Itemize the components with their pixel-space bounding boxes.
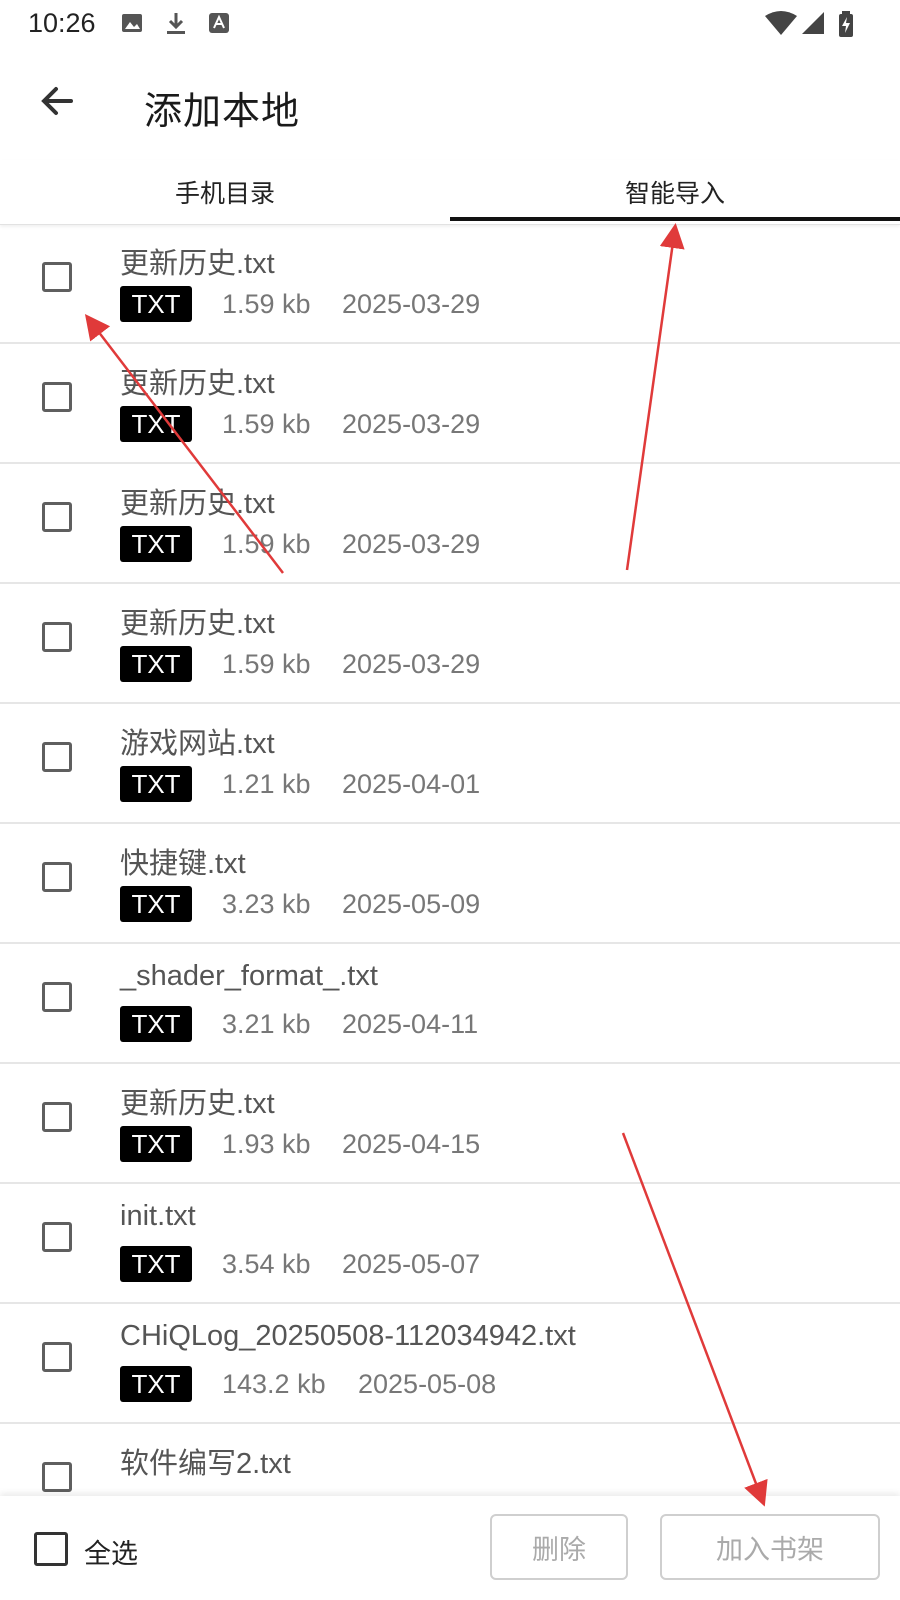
- file-name: _shader_format_.txt: [120, 960, 378, 992]
- image-icon: [120, 10, 144, 36]
- file-date: 2025-05-09: [342, 889, 481, 919]
- file-name: 快捷键.txt: [120, 848, 246, 880]
- file-checkbox[interactable]: [42, 262, 72, 292]
- file-size: 3.21 kb: [222, 1009, 311, 1039]
- file-checkbox[interactable]: [42, 502, 72, 532]
- file-row[interactable]: 软件编写2.txt: [0, 1424, 900, 1496]
- file-date: 2025-03-29: [342, 529, 481, 559]
- file-date: 2025-03-29: [342, 409, 481, 439]
- arrow-left-icon: [37, 81, 77, 125]
- status-time: 10:26: [28, 8, 96, 38]
- file-date: 2025-04-15: [342, 1129, 481, 1159]
- file-type-badge: TXT: [120, 1006, 192, 1042]
- select-all-checkbox[interactable]: [34, 1532, 68, 1566]
- file-type-badge: TXT: [120, 1366, 192, 1402]
- text-icon: [207, 10, 231, 36]
- file-name: 更新历史.txt: [120, 1088, 275, 1120]
- tab-indicator: [450, 217, 900, 221]
- file-type-badge: TXT: [120, 406, 192, 442]
- file-date: 2025-04-11: [342, 1009, 479, 1039]
- file-size: 1.93 kb: [222, 1129, 311, 1159]
- file-row[interactable]: init.txt TXT 3.54 kb 2025-05-07: [0, 1184, 900, 1304]
- file-checkbox[interactable]: [42, 1462, 72, 1492]
- page-title: 添加本地: [144, 89, 301, 133]
- file-row[interactable]: _shader_format_.txt TXT 3.21 kb 2025-04-…: [0, 944, 900, 1064]
- file-name: 软件编写2.txt: [120, 1448, 291, 1480]
- download-icon: [164, 10, 188, 36]
- battery-icon: [836, 10, 856, 37]
- file-type-badge: TXT: [120, 886, 192, 922]
- file-date: 2025-05-07: [342, 1249, 481, 1279]
- tab-smart-import[interactable]: 智能导入: [450, 160, 900, 224]
- file-row[interactable]: CHiQLog_20250508-112034942.txt TXT 143.2…: [0, 1304, 900, 1424]
- app-bar: 添加本地: [0, 50, 900, 160]
- file-type-badge: TXT: [120, 646, 192, 682]
- file-size: 3.54 kb: [222, 1249, 311, 1279]
- bottom-action-bar: 全选 删除 加入书架: [0, 1496, 900, 1600]
- file-size: 143.2 kb: [222, 1369, 326, 1399]
- file-list: 更新历史.txt TXT 1.59 kb 2025-03-29 更新历史.txt…: [0, 224, 900, 1496]
- file-checkbox[interactable]: [42, 1102, 72, 1132]
- file-name: CHiQLog_20250508-112034942.txt: [120, 1320, 576, 1352]
- file-name: init.txt: [120, 1200, 196, 1232]
- file-size: 3.23 kb: [222, 889, 311, 919]
- file-date: 2025-05-08: [358, 1369, 497, 1399]
- file-row[interactable]: 更新历史.txt TXT 1.59 kb 2025-03-29: [0, 224, 900, 344]
- file-type-badge: TXT: [120, 1246, 192, 1282]
- select-all-label[interactable]: 全选: [84, 1532, 138, 1571]
- file-row[interactable]: 更新历史.txt TXT 1.59 kb 2025-03-29: [0, 584, 900, 704]
- file-checkbox[interactable]: [42, 622, 72, 652]
- file-date: 2025-03-29: [342, 289, 481, 319]
- file-type-badge: TXT: [120, 1126, 192, 1162]
- file-row[interactable]: 更新历史.txt TXT 1.59 kb 2025-03-29: [0, 464, 900, 584]
- file-name: 更新历史.txt: [120, 488, 275, 520]
- delete-button[interactable]: 删除: [490, 1514, 628, 1580]
- file-date: 2025-04-01: [342, 769, 481, 799]
- file-size: 1.59 kb: [222, 529, 311, 559]
- file-row[interactable]: 更新历史.txt TXT 1.59 kb 2025-03-29: [0, 344, 900, 464]
- file-size: 1.59 kb: [222, 289, 311, 319]
- file-type-badge: TXT: [120, 286, 192, 322]
- file-size: 1.59 kb: [222, 649, 311, 679]
- file-row[interactable]: 更新历史.txt TXT 1.93 kb 2025-04-15: [0, 1064, 900, 1184]
- file-checkbox[interactable]: [42, 742, 72, 772]
- file-checkbox[interactable]: [42, 862, 72, 892]
- tab-phone-directory[interactable]: 手机目录: [0, 160, 450, 224]
- file-row[interactable]: 游戏网站.txt TXT 1.21 kb 2025-04-01: [0, 704, 900, 824]
- file-checkbox[interactable]: [42, 382, 72, 412]
- file-size: 1.59 kb: [222, 409, 311, 439]
- file-name: 更新历史.txt: [120, 608, 275, 640]
- back-button[interactable]: [30, 76, 84, 130]
- file-checkbox[interactable]: [42, 1342, 72, 1372]
- file-name: 更新历史.txt: [120, 368, 275, 400]
- add-to-shelf-button[interactable]: 加入书架: [660, 1514, 880, 1580]
- signal-icon: [800, 10, 828, 36]
- file-row[interactable]: 快捷键.txt TXT 3.23 kb 2025-05-09: [0, 824, 900, 944]
- file-type-badge: TXT: [120, 766, 192, 802]
- file-checkbox[interactable]: [42, 982, 72, 1012]
- file-name: 更新历史.txt: [120, 248, 275, 280]
- tab-bar: 手机目录 智能导入: [0, 160, 900, 225]
- file-name: 游戏网站.txt: [120, 728, 275, 760]
- file-date: 2025-03-29: [342, 649, 481, 679]
- wifi-icon: [764, 10, 798, 36]
- file-type-badge: TXT: [120, 526, 192, 562]
- status-bar: 10:26: [0, 0, 900, 50]
- file-checkbox[interactable]: [42, 1222, 72, 1252]
- file-size: 1.21 kb: [222, 769, 311, 799]
